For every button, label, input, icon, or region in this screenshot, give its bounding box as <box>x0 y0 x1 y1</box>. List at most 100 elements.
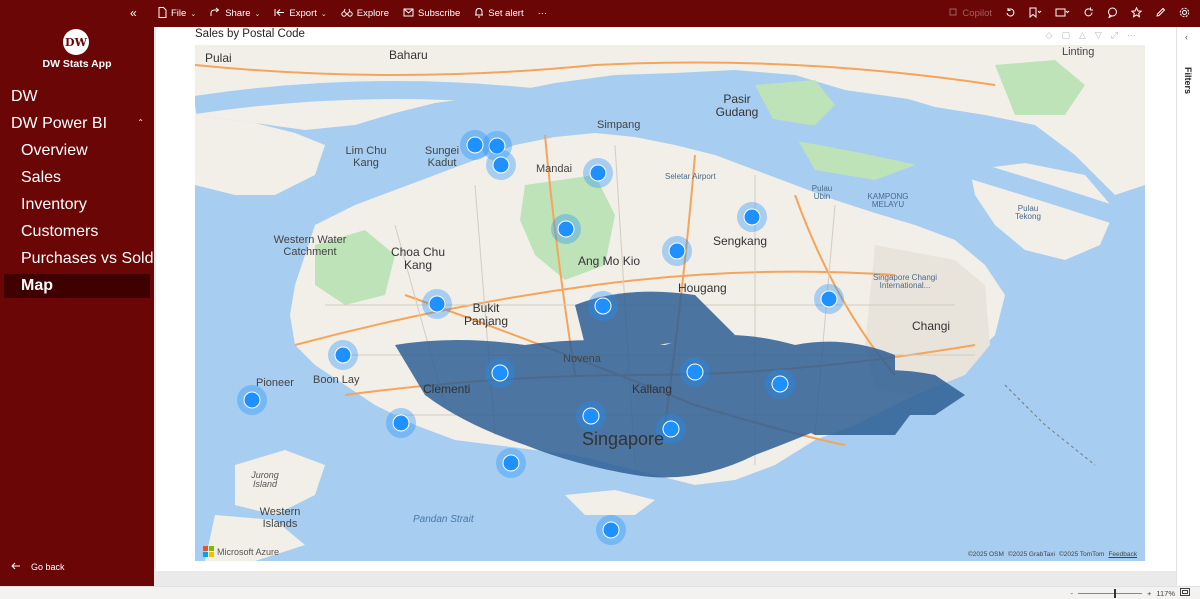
explore-label: Explore <box>356 8 389 19</box>
settings-gear-icon[interactable] <box>1179 7 1190 21</box>
sales-bubble[interactable] <box>243 391 261 409</box>
sales-map[interactable]: Pulai Baharu Pasir Gudang Linting Simpan… <box>195 45 1145 561</box>
collapse-nav-icon[interactable]: « <box>130 6 137 20</box>
map-label-changi-airport: Singapore Changi International... <box>872 273 938 291</box>
sales-bubble[interactable] <box>589 164 607 182</box>
attrib-grabtaxi: ©2025 GrabTaxi <box>1007 551 1055 558</box>
chevron-left-icon[interactable]: ‹ <box>1185 32 1188 42</box>
subscribe-button[interactable]: Subscribe <box>403 7 460 21</box>
sales-bubbles <box>237 130 844 545</box>
sales-bubble[interactable] <box>492 156 510 174</box>
map-label-sengkang: Sengkang <box>713 234 768 248</box>
map-label-simpang: Simpang <box>597 119 641 131</box>
feedback-link[interactable]: Feedback <box>1108 551 1137 558</box>
attrib-tomtom: ©2025 TomTom <box>1058 551 1105 558</box>
zoom-slider[interactable] <box>1077 588 1142 598</box>
sales-bubble[interactable] <box>686 363 704 381</box>
sales-bubble[interactable] <box>743 208 761 226</box>
set-alert-button[interactable]: Set alert <box>474 7 524 21</box>
nav-item-dw-power-bi[interactable]: DW Power BI ⌃ <box>0 112 154 136</box>
nav-item-inventory[interactable]: Inventory <box>0 193 154 217</box>
map-label-choa-chu-kang: Choa Chu Kang <box>390 245 446 272</box>
more-options-button[interactable]: ··· <box>538 8 548 19</box>
sales-bubble[interactable] <box>334 346 352 364</box>
export-label: Export <box>289 8 317 19</box>
sales-bubble[interactable] <box>428 295 446 313</box>
sales-bubble[interactable] <box>668 242 686 260</box>
zoom-slider-thumb[interactable] <box>1113 588 1116 598</box>
attrib-osm: ©2025 OSM <box>968 551 1004 558</box>
nav-item-map[interactable]: Map <box>4 274 150 298</box>
nav-item-label: Purchases vs Sold <box>21 250 154 267</box>
top-toolbar: « File ⌄ Share ⌄ Export ⌄ Explore Subscr… <box>0 0 1200 27</box>
favorite-star-icon[interactable] <box>1130 6 1143 21</box>
reset-icon[interactable] <box>1005 7 1016 21</box>
zoom-in-button[interactable]: + <box>1147 589 1151 598</box>
subscribe-icon <box>403 7 414 21</box>
bell-icon <box>474 7 484 21</box>
copy-icon[interactable]: ▢ <box>1061 30 1070 41</box>
view-icon[interactable] <box>1055 7 1070 21</box>
sales-bubble[interactable] <box>662 420 680 438</box>
focus-mode-icon[interactable]: ⤢ <box>1111 30 1118 41</box>
nav-item-overview[interactable]: Overview <box>0 139 154 163</box>
refresh-icon[interactable] <box>1083 7 1094 21</box>
sales-bubble[interactable] <box>466 136 484 154</box>
nav-item-dw[interactable]: DW <box>0 85 154 109</box>
sales-bubble[interactable] <box>557 220 575 238</box>
microsoft-azure-logo: Microsoft Azure <box>203 546 279 557</box>
sales-bubble[interactable] <box>820 290 838 308</box>
nav-item-label: DW <box>11 88 38 105</box>
filters-pane[interactable]: ‹ Filters <box>1176 27 1200 586</box>
sales-bubble[interactable] <box>502 454 520 472</box>
explore-button[interactable]: Explore <box>341 7 389 21</box>
fit-to-page-icon[interactable] <box>1180 588 1190 598</box>
map-attribution: ©2025 OSM ©2025 GrabTaxi ©2025 TomTom Fe… <box>968 551 1137 558</box>
file-menu[interactable]: File ⌄ <box>158 6 196 21</box>
set-alert-label: Set alert <box>488 8 524 19</box>
zoom-out-button[interactable]: - <box>1070 589 1073 598</box>
map-label-pulau-tekong: Pulau Tekong <box>1015 204 1041 222</box>
microsoft-logo-icon <box>203 546 214 557</box>
share-menu[interactable]: Share ⌄ <box>210 7 260 21</box>
nav-item-sales[interactable]: Sales <box>0 166 154 190</box>
filter-icon[interactable]: ▽ <box>1095 30 1102 41</box>
map-label-western-islands: Western Islands <box>259 506 301 530</box>
file-label: File <box>171 8 187 19</box>
nav-item-purchases-vs-sold[interactable]: Purchases vs Sold <box>0 247 154 271</box>
map-label-kallang: Kallang <box>632 382 673 396</box>
bookmark-icon[interactable] <box>1029 7 1042 21</box>
map-label-pulai: Pulai <box>205 51 232 65</box>
sales-bubble[interactable] <box>594 297 612 315</box>
visual-title: Sales by Postal Code <box>195 28 305 40</box>
nav-item-customers[interactable]: Customers <box>0 220 154 244</box>
copilot-label: Copilot <box>962 8 992 19</box>
filters-label: Filters <box>1183 67 1193 95</box>
edit-pencil-icon[interactable] <box>1155 7 1166 21</box>
app-title: DW Stats App <box>42 58 112 70</box>
copilot-button[interactable]: Copilot <box>948 7 992 20</box>
app-logo: DW <box>63 29 89 55</box>
map-label-kampong-melayu: KAMPONG MELAYU <box>867 192 909 210</box>
map-label-western-water-catchment: Western Water Catchment <box>273 234 347 258</box>
sales-bubble[interactable] <box>771 375 789 393</box>
sales-bubble[interactable] <box>491 364 509 382</box>
share-label: Share <box>225 8 251 19</box>
chevron-down-icon: ⌄ <box>320 10 327 18</box>
more-options-icon[interactable]: ··· <box>1127 30 1136 41</box>
file-icon <box>158 6 167 21</box>
map-label-pulau-ubin: Pulau Ubin <box>811 184 833 202</box>
map-label-changi: Changi <box>912 319 951 333</box>
go-back-button[interactable]: Go back <box>11 562 65 572</box>
sales-bubble[interactable] <box>602 521 620 539</box>
pin-icon[interactable]: ◇ <box>1046 30 1053 41</box>
sales-bubble[interactable] <box>582 407 600 425</box>
arrow-left-icon <box>11 562 21 572</box>
toolbar-right: Copilot <box>948 0 1190 27</box>
comment-icon[interactable] <box>1107 7 1118 21</box>
export-menu[interactable]: Export ⌄ <box>274 7 327 21</box>
map-label-linting: Linting <box>1062 46 1095 58</box>
sales-bubble[interactable] <box>392 414 410 432</box>
bell-icon[interactable]: △ <box>1079 30 1086 41</box>
nav-item-label: Map <box>21 277 53 294</box>
